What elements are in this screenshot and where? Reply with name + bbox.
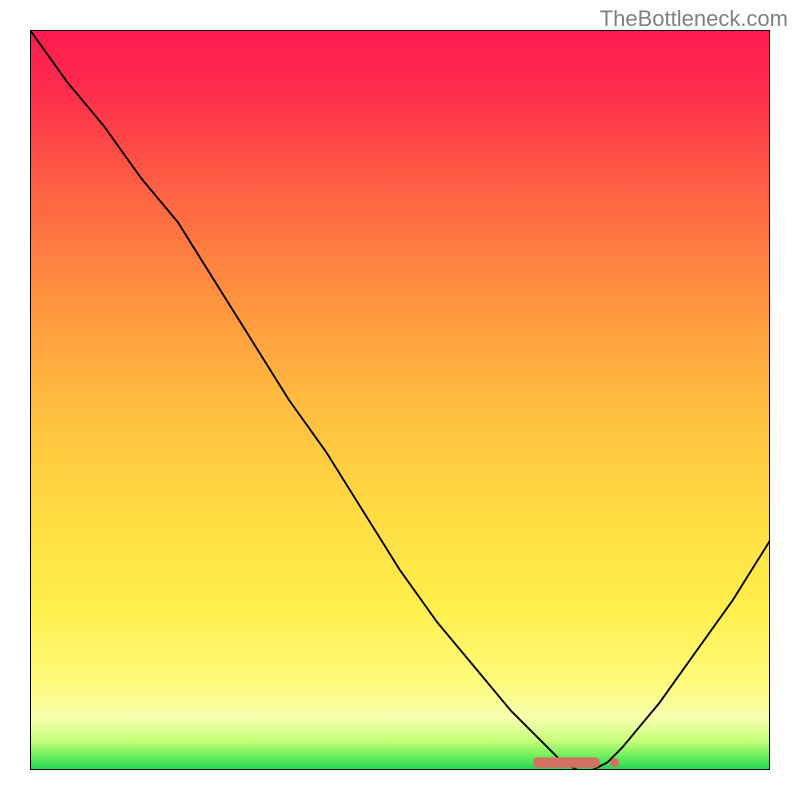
watermark-text: TheBottleneck.com [600, 6, 788, 32]
plot-area [30, 30, 770, 770]
chart-container: TheBottleneck.com [0, 0, 800, 800]
optimal-marker [30, 30, 770, 770]
